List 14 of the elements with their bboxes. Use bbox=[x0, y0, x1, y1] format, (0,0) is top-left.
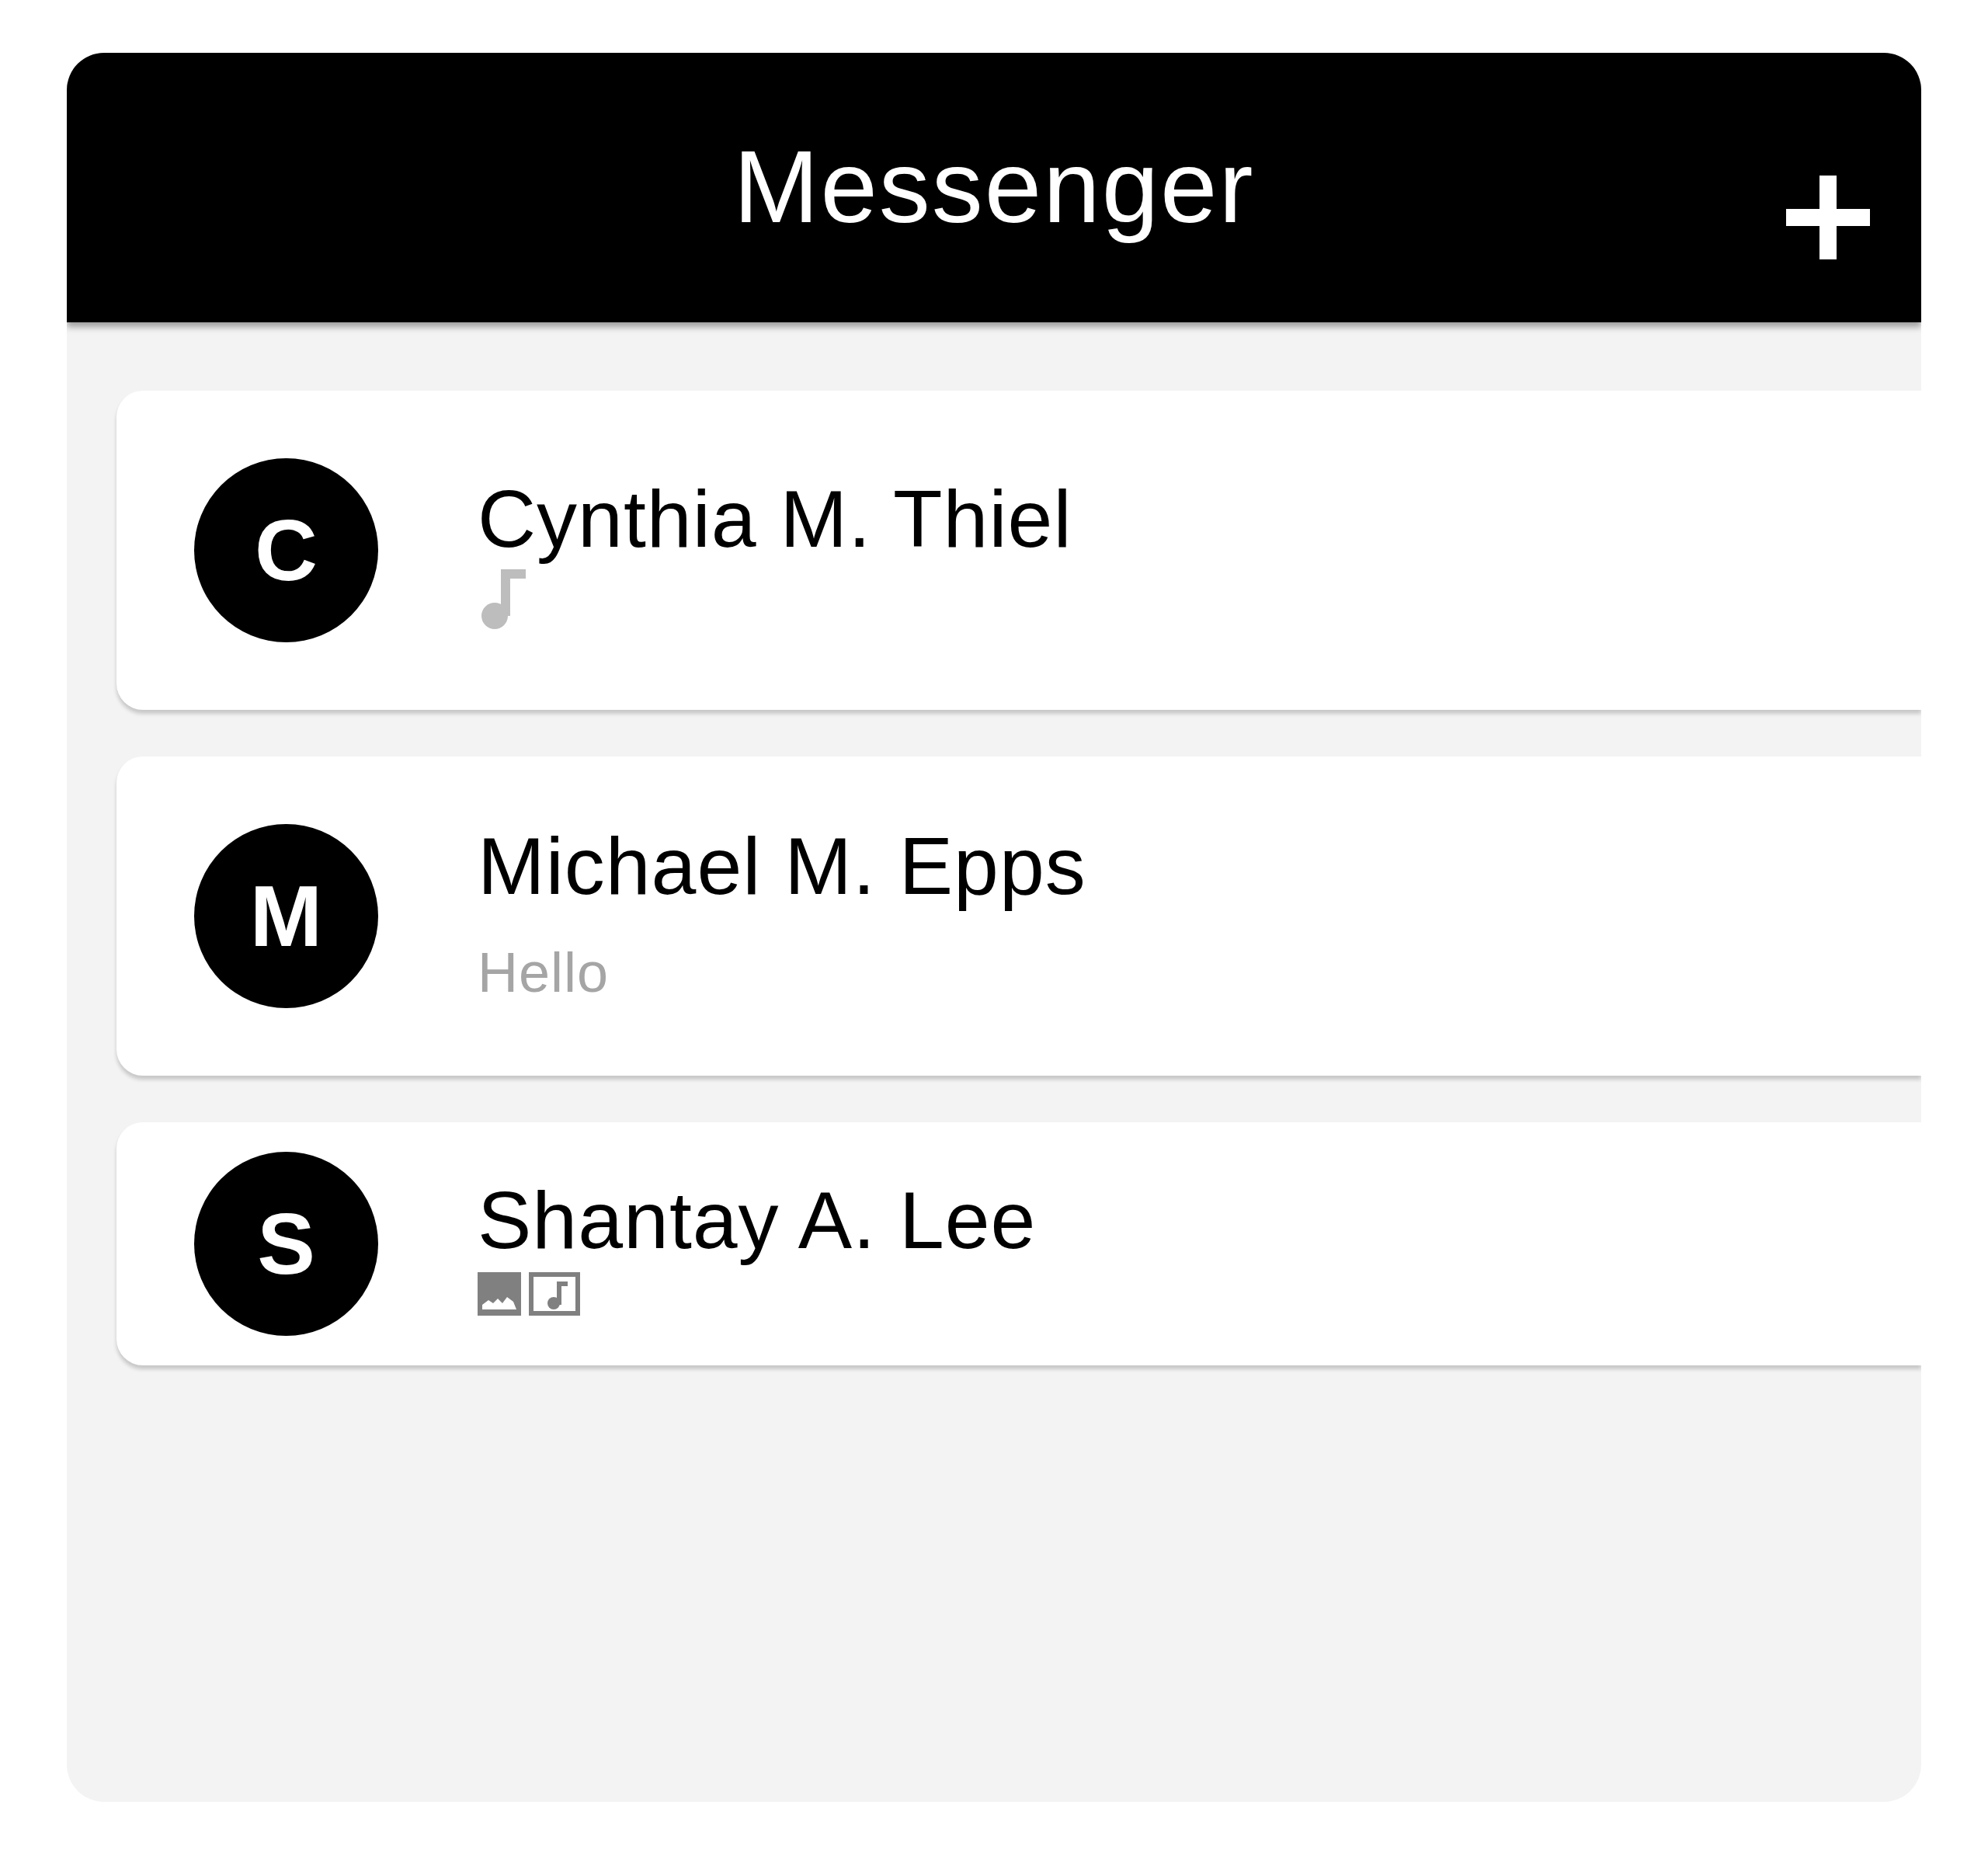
audio-file-icon bbox=[529, 1271, 580, 1316]
conversation-card[interactable]: M Michael M. Epps Hello bbox=[116, 756, 1921, 1076]
contact-name: Shantay A. Lee bbox=[478, 1174, 1037, 1268]
message-preview: Hello bbox=[478, 940, 610, 1005]
add-button[interactable] bbox=[1786, 176, 1870, 259]
conversation-card[interactable]: C Cynthia M. Thiel bbox=[116, 391, 1921, 710]
conversation-card[interactable]: S Shantay A. Lee bbox=[116, 1122, 1921, 1365]
avatar: M bbox=[194, 824, 378, 1008]
image-icon bbox=[478, 1271, 521, 1316]
app-title: Messenger bbox=[733, 129, 1255, 246]
avatar: S bbox=[194, 1152, 378, 1336]
contact-name: Cynthia M. Thiel bbox=[478, 473, 1072, 566]
avatar: C bbox=[194, 458, 378, 642]
contact-name: Michael M. Epps bbox=[478, 820, 1086, 913]
